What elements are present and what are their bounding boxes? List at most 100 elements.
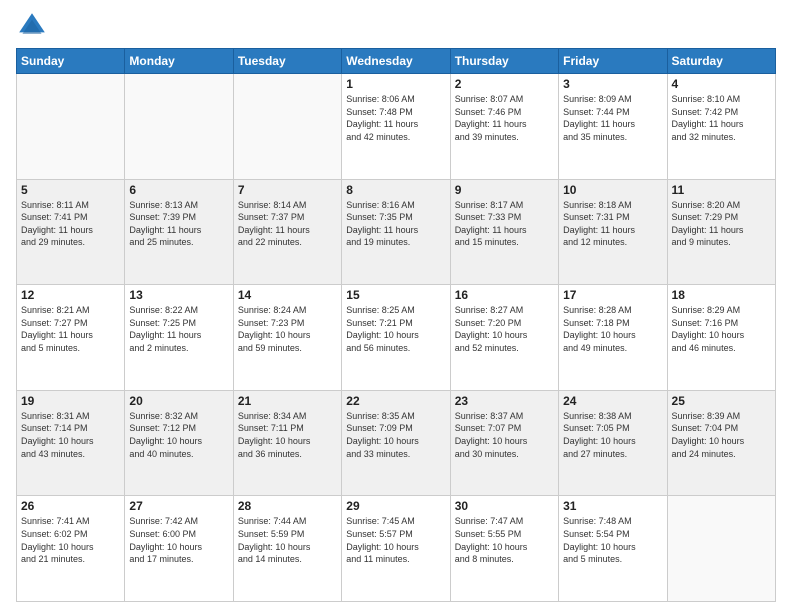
day-number: 25 — [672, 394, 771, 408]
calendar-cell — [667, 496, 775, 602]
day-info: Sunrise: 8:32 AM Sunset: 7:12 PM Dayligh… — [129, 410, 228, 460]
weekday-header-wednesday: Wednesday — [342, 49, 450, 74]
logo — [16, 10, 52, 42]
calendar-cell: 28 Sunrise: 7:44 AM Sunset: 5:59 PM Dayli… — [233, 496, 341, 602]
weekday-header-row: SundayMondayTuesdayWednesdayThursdayFrid… — [17, 49, 776, 74]
calendar-cell: 17 Sunrise: 8:28 AM Sunset: 7:18 PM Dayli… — [559, 285, 667, 391]
day-info: Sunrise: 8:09 AM Sunset: 7:44 PM Dayligh… — [563, 93, 662, 143]
calendar-cell — [125, 74, 233, 180]
day-number: 13 — [129, 288, 228, 302]
day-number: 23 — [455, 394, 554, 408]
calendar-cell: 13 Sunrise: 8:22 AM Sunset: 7:25 PM Dayli… — [125, 285, 233, 391]
day-info: Sunrise: 8:11 AM Sunset: 7:41 PM Dayligh… — [21, 199, 120, 249]
day-number: 15 — [346, 288, 445, 302]
calendar-cell: 11 Sunrise: 8:20 AM Sunset: 7:29 PM Dayli… — [667, 179, 775, 285]
day-info: Sunrise: 8:06 AM Sunset: 7:48 PM Dayligh… — [346, 93, 445, 143]
day-info: Sunrise: 8:35 AM Sunset: 7:09 PM Dayligh… — [346, 410, 445, 460]
calendar-cell: 21 Sunrise: 8:34 AM Sunset: 7:11 PM Dayli… — [233, 390, 341, 496]
day-info: Sunrise: 8:18 AM Sunset: 7:31 PM Dayligh… — [563, 199, 662, 249]
day-number: 8 — [346, 183, 445, 197]
calendar-cell: 14 Sunrise: 8:24 AM Sunset: 7:23 PM Dayli… — [233, 285, 341, 391]
calendar-cell: 3 Sunrise: 8:09 AM Sunset: 7:44 PM Daylig… — [559, 74, 667, 180]
week-row-4: 19 Sunrise: 8:31 AM Sunset: 7:14 PM Dayli… — [17, 390, 776, 496]
calendar-cell: 7 Sunrise: 8:14 AM Sunset: 7:37 PM Daylig… — [233, 179, 341, 285]
day-number: 3 — [563, 77, 662, 91]
day-number: 7 — [238, 183, 337, 197]
day-number: 21 — [238, 394, 337, 408]
calendar-cell — [17, 74, 125, 180]
day-number: 30 — [455, 499, 554, 513]
day-info: Sunrise: 8:21 AM Sunset: 7:27 PM Dayligh… — [21, 304, 120, 354]
day-info: Sunrise: 8:24 AM Sunset: 7:23 PM Dayligh… — [238, 304, 337, 354]
calendar-cell: 5 Sunrise: 8:11 AM Sunset: 7:41 PM Daylig… — [17, 179, 125, 285]
day-number: 19 — [21, 394, 120, 408]
day-info: Sunrise: 7:48 AM Sunset: 5:54 PM Dayligh… — [563, 515, 662, 565]
calendar-cell: 25Sunrise: 8:39 AM Sunset: 7:04 PM Dayli… — [667, 390, 775, 496]
header — [16, 10, 776, 42]
day-number: 6 — [129, 183, 228, 197]
calendar-cell: 8Sunrise: 8:16 AM Sunset: 7:35 PM Daylig… — [342, 179, 450, 285]
day-number: 28 — [238, 499, 337, 513]
calendar-cell: 12 Sunrise: 8:21 AM Sunset: 7:27 PM Dayli… — [17, 285, 125, 391]
weekday-header-thursday: Thursday — [450, 49, 558, 74]
calendar-cell: 2 Sunrise: 8:07 AM Sunset: 7:46 PM Daylig… — [450, 74, 558, 180]
weekday-header-sunday: Sunday — [17, 49, 125, 74]
day-number: 27 — [129, 499, 228, 513]
calendar-cell: 16Sunrise: 8:27 AM Sunset: 7:20 PM Dayli… — [450, 285, 558, 391]
calendar-cell: 6 Sunrise: 8:13 AM Sunset: 7:39 PM Daylig… — [125, 179, 233, 285]
day-info: Sunrise: 8:38 AM Sunset: 7:05 PM Dayligh… — [563, 410, 662, 460]
day-info: Sunrise: 8:28 AM Sunset: 7:18 PM Dayligh… — [563, 304, 662, 354]
week-row-3: 12 Sunrise: 8:21 AM Sunset: 7:27 PM Dayli… — [17, 285, 776, 391]
day-info: Sunrise: 8:17 AM Sunset: 7:33 PM Dayligh… — [455, 199, 554, 249]
weekday-header-friday: Friday — [559, 49, 667, 74]
weekday-header-tuesday: Tuesday — [233, 49, 341, 74]
day-info: Sunrise: 7:47 AM Sunset: 5:55 PM Dayligh… — [455, 515, 554, 565]
day-info: Sunrise: 7:44 AM Sunset: 5:59 PM Dayligh… — [238, 515, 337, 565]
calendar-cell: 24 Sunrise: 8:38 AM Sunset: 7:05 PM Dayli… — [559, 390, 667, 496]
weekday-header-monday: Monday — [125, 49, 233, 74]
day-number: 14 — [238, 288, 337, 302]
calendar-cell: 30 Sunrise: 7:47 AM Sunset: 5:55 PM Dayli… — [450, 496, 558, 602]
calendar-cell: 26 Sunrise: 7:41 AM Sunset: 6:02 PM Dayli… — [17, 496, 125, 602]
day-number: 10 — [563, 183, 662, 197]
calendar-cell: 18Sunrise: 8:29 AM Sunset: 7:16 PM Dayli… — [667, 285, 775, 391]
day-number: 16 — [455, 288, 554, 302]
day-info: Sunrise: 8:13 AM Sunset: 7:39 PM Dayligh… — [129, 199, 228, 249]
day-number: 26 — [21, 499, 120, 513]
day-info: Sunrise: 8:31 AM Sunset: 7:14 PM Dayligh… — [21, 410, 120, 460]
day-number: 31 — [563, 499, 662, 513]
calendar-cell: 10 Sunrise: 8:18 AM Sunset: 7:31 PM Dayli… — [559, 179, 667, 285]
week-row-1: 1Sunrise: 8:06 AM Sunset: 7:48 PM Daylig… — [17, 74, 776, 180]
logo-icon — [16, 10, 48, 42]
day-info: Sunrise: 8:34 AM Sunset: 7:11 PM Dayligh… — [238, 410, 337, 460]
calendar-cell: 23 Sunrise: 8:37 AM Sunset: 7:07 PM Dayli… — [450, 390, 558, 496]
calendar-cell: 4Sunrise: 8:10 AM Sunset: 7:42 PM Daylig… — [667, 74, 775, 180]
day-info: Sunrise: 7:41 AM Sunset: 6:02 PM Dayligh… — [21, 515, 120, 565]
day-info: Sunrise: 8:07 AM Sunset: 7:46 PM Dayligh… — [455, 93, 554, 143]
calendar-cell: 15 Sunrise: 8:25 AM Sunset: 7:21 PM Dayli… — [342, 285, 450, 391]
calendar-cell: 31 Sunrise: 7:48 AM Sunset: 5:54 PM Dayli… — [559, 496, 667, 602]
day-info: Sunrise: 8:22 AM Sunset: 7:25 PM Dayligh… — [129, 304, 228, 354]
day-info: Sunrise: 8:14 AM Sunset: 7:37 PM Dayligh… — [238, 199, 337, 249]
day-number: 11 — [672, 183, 771, 197]
day-info: Sunrise: 8:37 AM Sunset: 7:07 PM Dayligh… — [455, 410, 554, 460]
day-number: 5 — [21, 183, 120, 197]
day-number: 9 — [455, 183, 554, 197]
day-number: 22 — [346, 394, 445, 408]
day-number: 18 — [672, 288, 771, 302]
day-info: Sunrise: 8:20 AM Sunset: 7:29 PM Dayligh… — [672, 199, 771, 249]
day-number: 12 — [21, 288, 120, 302]
day-number: 2 — [455, 77, 554, 91]
day-info: Sunrise: 7:45 AM Sunset: 5:57 PM Dayligh… — [346, 515, 445, 565]
calendar-cell: 22 Sunrise: 8:35 AM Sunset: 7:09 PM Dayli… — [342, 390, 450, 496]
calendar-cell — [233, 74, 341, 180]
weekday-header-saturday: Saturday — [667, 49, 775, 74]
week-row-5: 26 Sunrise: 7:41 AM Sunset: 6:02 PM Dayli… — [17, 496, 776, 602]
calendar-cell: 19 Sunrise: 8:31 AM Sunset: 7:14 PM Dayli… — [17, 390, 125, 496]
week-row-2: 5 Sunrise: 8:11 AM Sunset: 7:41 PM Daylig… — [17, 179, 776, 285]
day-info: Sunrise: 8:25 AM Sunset: 7:21 PM Dayligh… — [346, 304, 445, 354]
day-number: 17 — [563, 288, 662, 302]
day-info: Sunrise: 8:10 AM Sunset: 7:42 PM Dayligh… — [672, 93, 771, 143]
calendar-cell: 20Sunrise: 8:32 AM Sunset: 7:12 PM Dayli… — [125, 390, 233, 496]
day-number: 24 — [563, 394, 662, 408]
